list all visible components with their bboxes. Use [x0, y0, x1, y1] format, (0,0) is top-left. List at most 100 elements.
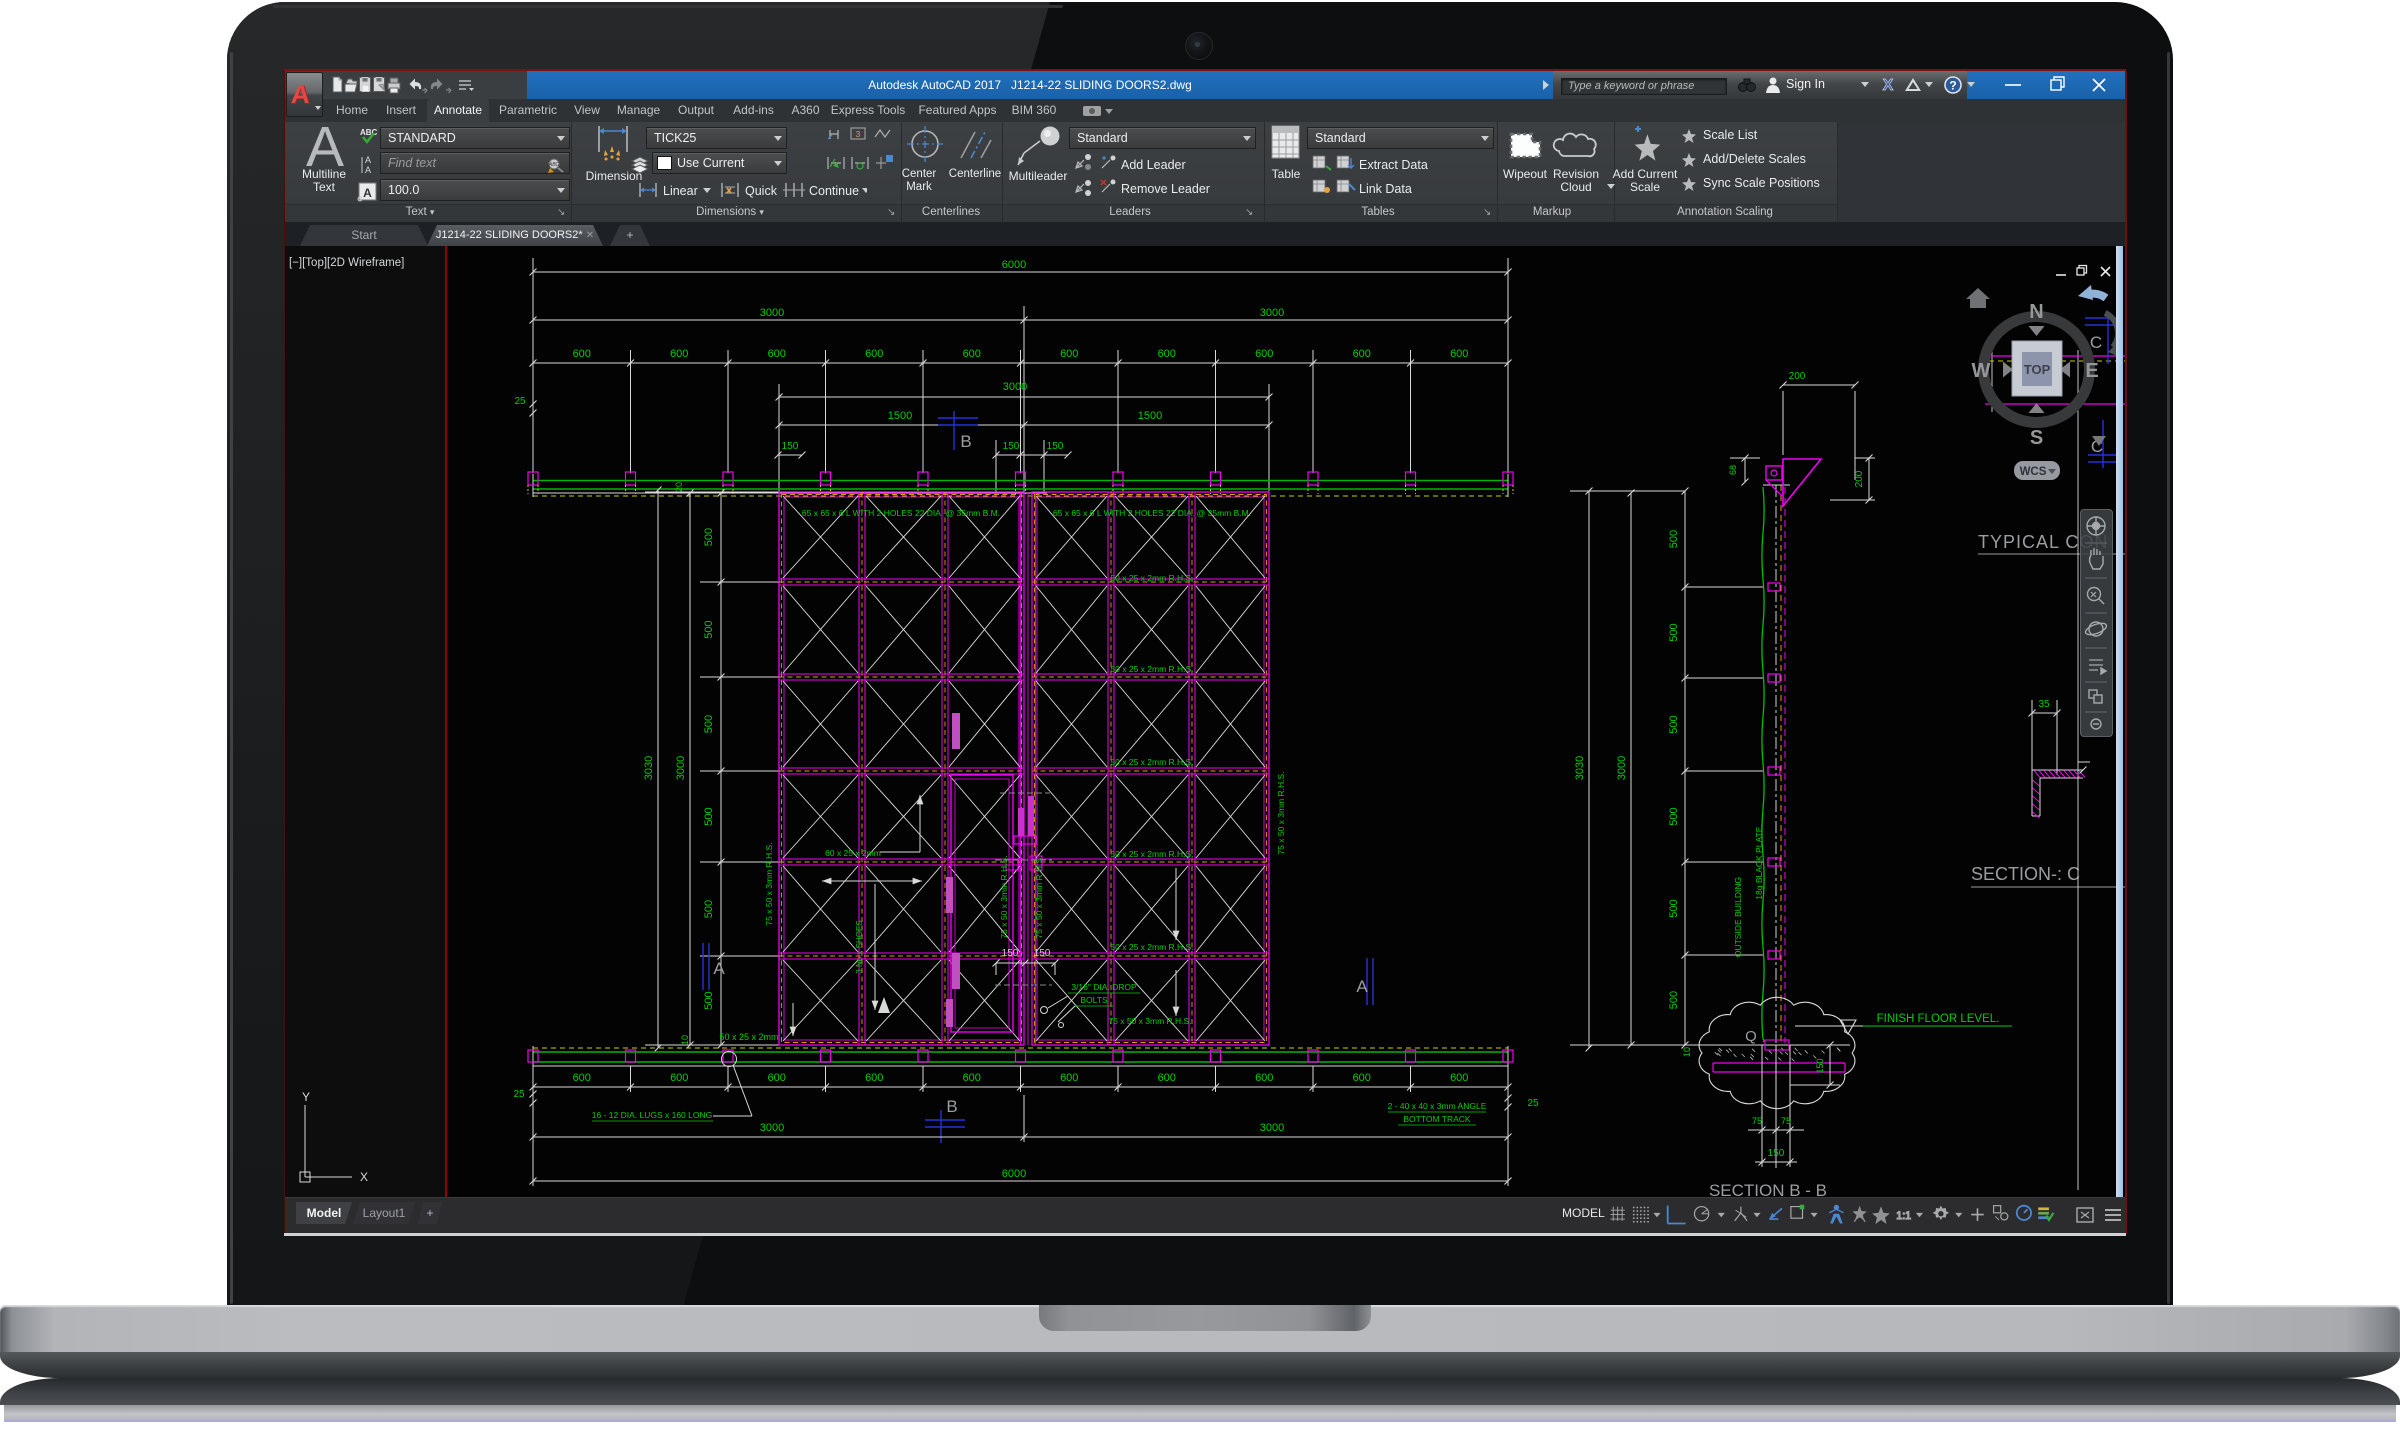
svg-text:25: 25 [513, 1089, 525, 1100]
svg-text:75 x 50 x 3mm R.H.S.: 75 x 50 x 3mm R.H.S. [1108, 1016, 1191, 1026]
svg-text:FINISH FLOOR LEVEL.: FINISH FLOOR LEVEL. [1877, 1013, 2000, 1025]
svg-text:Add Leader: Add Leader [1121, 158, 1186, 172]
svg-text:500: 500 [1668, 807, 1680, 825]
svg-text:WCS: WCS [2020, 466, 2047, 478]
svg-text:600: 600 [1158, 1072, 1176, 1084]
svg-text:3: 3 [856, 130, 861, 139]
svg-text:1500: 1500 [888, 410, 912, 422]
svg-text:50 x 25 x 2mm R.H.S.: 50 x 25 x 2mm R.H.S. [1110, 942, 1193, 952]
svg-text:SECTION-: C: SECTION-: C [1971, 864, 2080, 884]
svg-text:75 x 50 x 3mm R.H.S.: 75 x 50 x 3mm R.H.S. [1034, 855, 1044, 938]
svg-text:200: 200 [1789, 371, 1806, 382]
svg-text:18g BLACK PLATE.: 18g BLACK PLATE. [1754, 824, 1764, 899]
svg-text:35: 35 [2038, 699, 2050, 710]
svg-text:500: 500 [703, 807, 715, 825]
svg-text:3000: 3000 [1003, 381, 1027, 393]
svg-text:A: A [365, 165, 371, 175]
svg-text:75 x 50 x 3mm R.H.S.: 75 x 50 x 3mm R.H.S. [1276, 771, 1286, 854]
svg-text:500: 500 [703, 991, 715, 1009]
svg-text:SECTION B - B: SECTION B - B [1709, 1181, 1827, 1197]
svg-text:A: A [713, 959, 725, 978]
svg-text:150: 150 [1003, 441, 1020, 452]
svg-text:65 x 65 x 6 L WITH 2 HOLES 22: 65 x 65 x 6 L WITH 2 HOLES 22 DIA. @ 35m… [802, 508, 1000, 518]
svg-text:6000: 6000 [1002, 259, 1026, 271]
svg-text:600: 600 [670, 1072, 688, 1084]
svg-text:600: 600 [963, 348, 981, 360]
svg-text:?: ? [1949, 79, 1956, 93]
svg-text:B: B [946, 1097, 957, 1116]
svg-text:600: 600 [963, 1072, 981, 1084]
svg-text:150: 150 [1768, 1148, 1785, 1159]
svg-text:6000: 6000 [1002, 1168, 1026, 1180]
svg-text:600: 600 [1450, 1072, 1468, 1084]
svg-text:3/16" DIA. DROP: 3/16" DIA. DROP [1071, 982, 1137, 992]
svg-text:Y: Y [302, 1090, 310, 1104]
svg-text:TOP: TOP [2024, 362, 2051, 377]
svg-text:600: 600 [768, 1072, 786, 1084]
svg-text:ABC: ABC [548, 162, 560, 168]
svg-text:3030: 3030 [1574, 756, 1586, 780]
svg-text:500: 500 [1668, 530, 1680, 548]
svg-text:3000: 3000 [760, 1122, 784, 1134]
svg-text:W: W [1972, 360, 1991, 382]
svg-text:150: 150 [1034, 948, 1051, 959]
svg-text:600: 600 [1353, 348, 1371, 360]
svg-text:10: 10 [680, 1035, 690, 1045]
svg-text:68: 68 [1728, 465, 1738, 475]
svg-text:600: 600 [670, 348, 688, 360]
svg-text:1500: 1500 [1138, 410, 1162, 422]
svg-text:Scale List: Scale List [1703, 128, 1758, 142]
svg-text:3000: 3000 [760, 307, 784, 319]
svg-text:S: S [2030, 427, 2043, 449]
svg-text:50 x 25 x 2mm R.H.S.: 50 x 25 x 2mm R.H.S. [1110, 849, 1193, 859]
svg-text:50 x 25 x 2mm R.H.S.: 50 x 25 x 2mm R.H.S. [1110, 573, 1193, 583]
svg-text:Add/Delete Scales: Add/Delete Scales [1703, 152, 1806, 166]
svg-text:150: 150 [1047, 441, 1064, 452]
svg-text:Remove Leader: Remove Leader [1121, 182, 1210, 196]
svg-text:65 x 65 x 6 L WITH 2 HOLES 22: 65 x 65 x 6 L WITH 2 HOLES 22 DIA. @ 35m… [1053, 508, 1251, 518]
svg-text:N: N [2029, 301, 2043, 323]
svg-text:3000: 3000 [1260, 307, 1284, 319]
svg-text:500: 500 [1668, 991, 1680, 1009]
svg-text:3000: 3000 [1260, 1122, 1284, 1134]
svg-text:50 x 25 x 2mm R.H.S.: 50 x 25 x 2mm R.H.S. [1110, 757, 1193, 767]
svg-text:75 x 50 x 3mm R.H.S.: 75 x 50 x 3mm R.H.S. [764, 842, 774, 925]
svg-text:75 x 50 x 3mm R.H.S.: 75 x 50 x 3mm R.H.S. [999, 855, 1009, 938]
svg-text:A: A [290, 79, 311, 109]
svg-text:20: 20 [674, 482, 684, 492]
svg-text:Quick: Quick [745, 184, 778, 198]
svg-text:600: 600 [865, 1072, 883, 1084]
svg-text:3000: 3000 [1616, 756, 1628, 780]
svg-text:150: 150 [1815, 1058, 1825, 1073]
svg-text:600: 600 [1060, 348, 1078, 360]
svg-text:600: 600 [1060, 1072, 1078, 1084]
svg-text:75: 75 [1781, 1116, 1791, 1126]
svg-text:2 - 40 x 40 x 3mm ANGLE: 2 - 40 x 40 x 3mm ANGLE [1388, 1101, 1487, 1111]
svg-text:600: 600 [865, 348, 883, 360]
svg-text:BOTTOM TRACK: BOTTOM TRACK [1403, 1114, 1471, 1124]
svg-text:600: 600 [573, 1072, 591, 1084]
svg-text:3030: 3030 [643, 756, 655, 780]
svg-text:BOLTS: BOLTS [1080, 995, 1108, 1005]
svg-text:X: X [1883, 77, 1894, 94]
svg-text:500: 500 [703, 715, 715, 733]
svg-text:600: 600 [768, 348, 786, 360]
svg-text:500: 500 [1668, 715, 1680, 733]
svg-text:A: A [363, 186, 372, 200]
svg-text:500: 500 [703, 620, 715, 638]
svg-text:B: B [960, 432, 971, 451]
svg-text:600: 600 [1255, 348, 1273, 360]
svg-text:500: 500 [703, 900, 715, 918]
svg-text:50 x 25 x 2mm R.H.S.: 50 x 25 x 2mm R.H.S. [1110, 664, 1193, 674]
svg-text:60 x 25 x 2mm: 60 x 25 x 2mm [825, 848, 881, 858]
svg-text:500: 500 [703, 528, 715, 546]
svg-text:600: 600 [1450, 348, 1468, 360]
svg-text:600: 600 [573, 348, 591, 360]
svg-text:3 No x SHOES: 3 No x SHOES [855, 920, 864, 973]
svg-text:X: X [360, 1170, 368, 1184]
svg-text:600: 600 [1158, 348, 1176, 360]
svg-text:500: 500 [1668, 623, 1680, 641]
svg-text:150: 150 [1002, 948, 1019, 959]
svg-text:Q: Q [1745, 1028, 1757, 1045]
svg-text:500: 500 [1668, 899, 1680, 917]
